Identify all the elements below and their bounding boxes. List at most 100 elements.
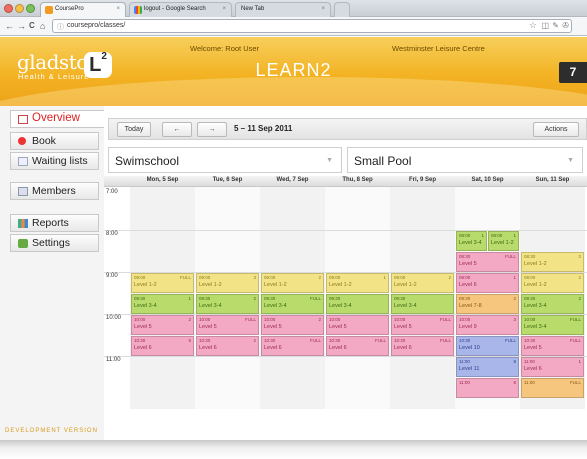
class-event[interactable]: 09:30 Level 3-4 [391,294,454,314]
event-time: 09:00 [329,275,341,280]
class-event[interactable]: 10:00 2 Level 5 [131,315,194,335]
class-event[interactable]: 10:00 FULL Level 5 [391,315,454,335]
class-event[interactable]: 08:00 1 Level 1-2 [488,231,519,251]
sidebar-item-reports[interactable]: Reports [10,214,99,232]
actions-button[interactable]: Actions [533,122,579,137]
sidebar-item-label: Reports [32,217,69,229]
class-event[interactable]: 10:30 FULL Level 6 [391,336,454,356]
class-event[interactable]: 10:00 FULL Level 5 [196,315,259,335]
class-event[interactable]: 11:00 1 Level 6 [521,357,584,377]
book-dot-icon [18,137,26,145]
class-event[interactable]: 08:30 FULL Level 5 [456,252,519,272]
event-level: Level 3-4 [459,240,482,246]
time-label: 11:00 [106,357,121,363]
class-event[interactable]: 10:00 3 Level 9 [456,315,519,335]
event-capacity: 1 [481,233,484,238]
event-level: Level 5 [134,324,152,330]
back-icon[interactable]: ← [5,20,14,32]
chart-icon [18,219,28,228]
event-level: Level 6 [264,345,282,351]
class-event[interactable]: 10:00 2 Level 5 [261,315,324,335]
tab-close-icon[interactable]: × [321,6,325,12]
class-event[interactable]: 09:00 2 Level 1-2 [521,273,584,293]
wrench-icon[interactable]: ✇ [562,21,569,30]
class-event[interactable]: 09:30 2 Level 3-4 [196,294,259,314]
sidebar-item-members[interactable]: Members [10,182,99,200]
event-level: Level 3-4 [329,303,352,309]
event-capacity: 2 [578,254,581,259]
next-week-button[interactable]: → [197,122,227,137]
tab-coursepro[interactable]: CoursePro × [40,2,126,17]
class-event[interactable]: 11:00 8 Level 11 [456,357,519,377]
class-event[interactable]: 09:00 FULL Level 1-2 [131,273,194,293]
event-time: 10:00 [524,317,536,322]
day-header: Wed, 7 Sep [276,177,309,183]
address-bar[interactable]: ⓘ coursepro/classes/ ☆ ◫ ✎ ✇ [52,19,572,33]
notification-badge[interactable]: 7 [559,62,587,83]
close-window-icon[interactable] [4,4,13,13]
event-time: 09:00 [199,275,211,280]
event-time: 09:00 [394,275,406,280]
reload-icon[interactable]: C [29,20,35,32]
class-event[interactable]: 10:30 FULL Level 6 [261,336,324,356]
class-event[interactable]: 10:30 FULL Level 5 [521,336,584,356]
extension-pen-icon[interactable]: ✎ [552,21,559,30]
class-event[interactable]: 09:00 2 Level 1-2 [391,273,454,293]
time-label: 9:00 [106,273,118,279]
class-event[interactable]: 08:00 1 Level 3-4 [456,231,487,251]
maximize-window-icon[interactable] [26,4,35,13]
class-event[interactable]: 09:30 2 Level 3-4 [521,294,584,314]
tab-google-search[interactable]: logout - Google Search × [129,2,232,17]
tab-close-icon[interactable]: × [222,6,226,12]
event-time: 10:00 [134,317,146,322]
new-tab-button[interactable] [334,2,350,17]
tab-close-icon[interactable]: × [116,6,120,12]
forward-icon[interactable]: → [17,20,26,32]
programme-select[interactable]: Swimschool ▼ [108,147,342,173]
event-capacity: FULL [309,296,321,301]
day-header: Mon, 5 Sep [146,177,179,183]
event-level: Level 3-4 [264,303,287,309]
class-event[interactable]: 09:30 FULL Level 3-4 [261,294,324,314]
event-level: Level 6 [329,345,347,351]
event-capacity: FULL [309,338,321,343]
class-event[interactable]: 11:00 8 [456,378,519,398]
class-event[interactable]: 10:30 FULL Level 6 [326,336,389,356]
today-button[interactable]: Today [117,122,151,137]
class-event[interactable]: 09:00 1 Level 1-2 [326,273,389,293]
bookmark-star-icon[interactable]: ☆ [529,20,537,31]
sidebar-item-book[interactable]: Book [10,132,99,150]
sidebar-item-waiting-lists[interactable]: Waiting lists [10,152,99,170]
class-event[interactable]: 09:30 1 Level 3-4 [131,294,194,314]
event-level: Level 5 [459,261,477,267]
app-header: gladstone L2 Health & Leisure Welcome: R… [0,37,587,106]
sidebar-item-settings[interactable]: Settings [10,234,99,252]
event-time: 08:30 [524,254,536,259]
sidebar-item-overview[interactable]: Overview [10,110,105,128]
class-event[interactable]: 08:30 2 Level 1-2 [521,252,584,272]
previous-week-button[interactable]: ← [162,122,192,137]
pool-select[interactable]: Small Pool ▼ [347,147,583,173]
event-level: Level 6 [134,345,152,351]
event-level: Level 5 [264,324,282,330]
class-event[interactable]: 10:30 2 Level 6 [196,336,259,356]
minimize-window-icon[interactable] [15,4,24,13]
class-event[interactable]: 10:30 5 Level 6 [131,336,194,356]
main-content: Today ← → 5 – 11 Sep 2011 Actions Swimsc… [104,106,587,440]
class-event[interactable]: 10:30 FULL Level 10 [456,336,519,356]
event-time: 10:30 [199,338,211,343]
class-event[interactable]: 09:30 Level 3-4 [326,294,389,314]
header-swoosh [0,77,587,106]
class-event[interactable]: 10:00 FULL Level 3-4 [521,315,584,335]
class-event[interactable]: 09:00 2 Level 1-2 [261,273,324,293]
event-level: Level 11 [459,366,480,372]
class-event[interactable]: 10:00 Level 5 [326,315,389,335]
class-event[interactable]: 09:00 3 Level 1-2 [196,273,259,293]
home-icon[interactable]: ⌂ [40,20,45,32]
class-event[interactable]: 09:00 1 Level 6 [456,273,519,293]
event-time: 09:30 [264,296,276,301]
class-event[interactable]: 11:00 FULL [521,378,584,398]
extension-icon[interactable]: ◫ [541,21,549,30]
class-event[interactable]: 09:30 2 Level 7-8 [456,294,519,314]
tab-new-tab[interactable]: New Tab × [235,2,331,17]
